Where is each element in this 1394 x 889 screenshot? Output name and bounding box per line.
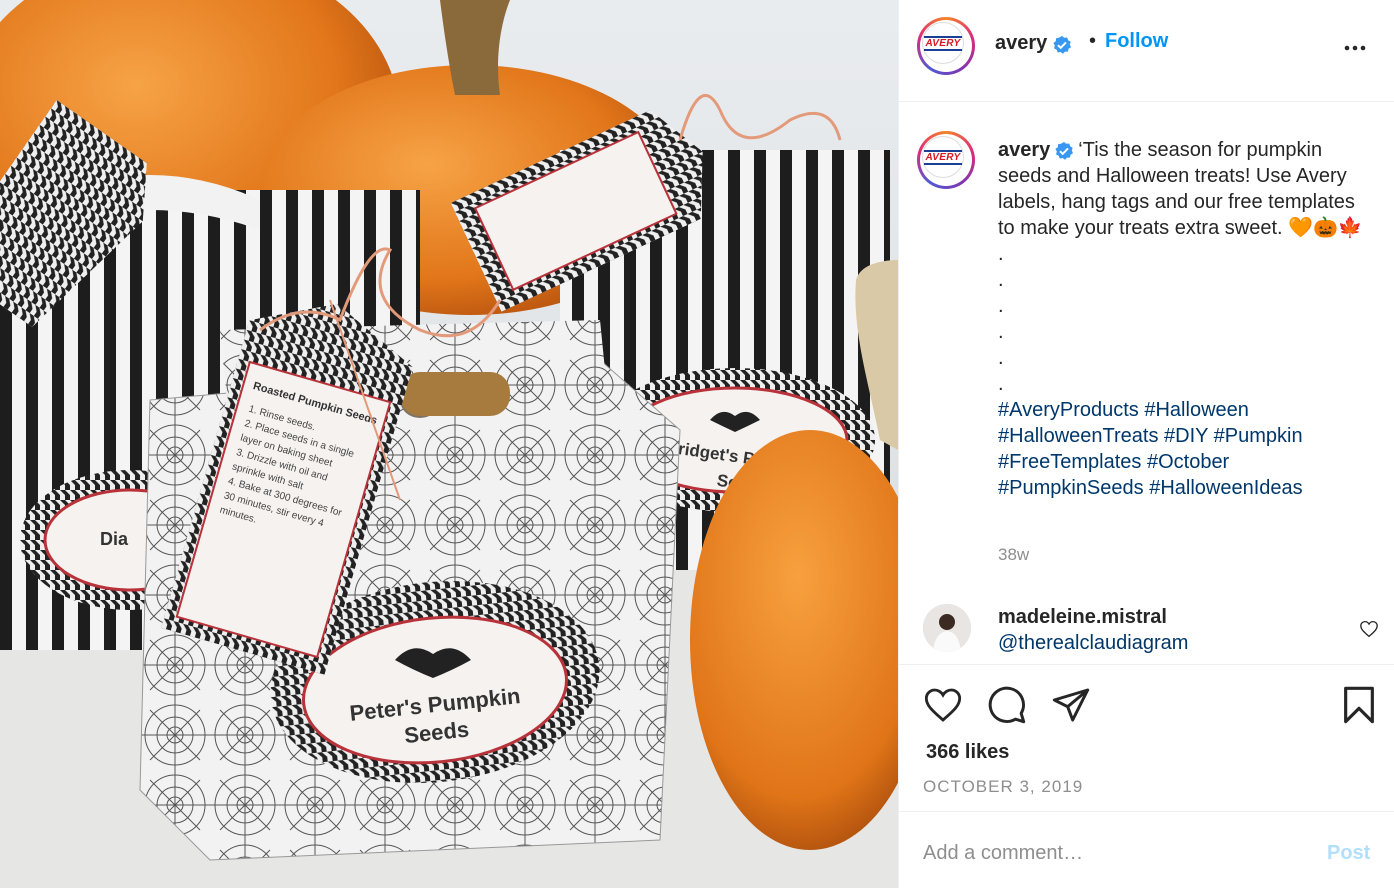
caption-dot: . [998,243,1004,265]
follow-button[interactable]: Follow [1105,30,1168,53]
add-comment-bar: Add a comment… Post [899,811,1394,889]
caption-dot: . [998,347,1004,369]
post-caption: avery ‘Tis the season for pumpkin seeds … [998,137,1368,501]
post-date[interactable]: OCTOBER 3, 2019 [923,777,1083,797]
caption-dot: . [998,321,1004,343]
save-icon[interactable] [1339,685,1379,725]
likes-count[interactable]: 366 likes [926,741,1009,764]
post-actions: 366 likes OCTOBER 3, 2019 [899,664,1394,813]
verified-badge-icon [1055,141,1074,160]
like-icon[interactable] [923,685,963,725]
more-options-icon[interactable] [1343,36,1367,60]
caption-text: ‘Tis the season for pumpkin seeds and Ha… [998,139,1363,239]
header-username[interactable]: avery [995,32,1047,54]
caption-dots: ...... [998,241,1368,397]
twine-right [678,94,842,141]
caption-avatar[interactable]: AVERY [917,131,975,189]
post-photo[interactable]: Dia Bridget's Pum See [0,0,898,888]
photo-illustration: Dia Bridget's Pum See [0,0,898,888]
comment: madeleine.mistral @therealclaudiagram [998,604,1188,656]
post-comment-button[interactable]: Post [1327,842,1370,865]
comment-icon[interactable] [987,685,1027,725]
comment-like-icon[interactable] [1359,620,1379,638]
share-icon[interactable] [1051,685,1091,725]
post-header: AVERY avery • Follow [899,0,1394,102]
header-separator: • [1089,30,1097,52]
commenter-username[interactable]: madeleine.mistral [998,606,1167,628]
verified-badge-icon [1053,35,1071,54]
header-username-row: avery [995,32,1072,55]
avery-logo: AVERY [924,35,962,51]
post-age[interactable]: 38w [998,545,1029,565]
caption-dot: . [998,269,1004,291]
caption-hashtags[interactable]: #AveryProducts #Halloween #HalloweenTrea… [998,397,1368,501]
comment-input[interactable]: Add a comment… [923,842,1083,865]
caption-dot: . [998,295,1004,317]
label-back-left: Dia [100,529,129,549]
caption-username[interactable]: avery [998,139,1050,161]
post-side-panel: AVERY avery • Follow AVERY avery ‘Tis th… [898,0,1394,888]
profile-avatar[interactable]: AVERY [917,17,975,75]
avery-logo-small: AVERY [924,149,962,165]
caption-dot: . [998,373,1004,395]
commenter-avatar[interactable] [923,604,971,652]
comment-mention[interactable]: @therealclaudiagram [998,630,1188,656]
